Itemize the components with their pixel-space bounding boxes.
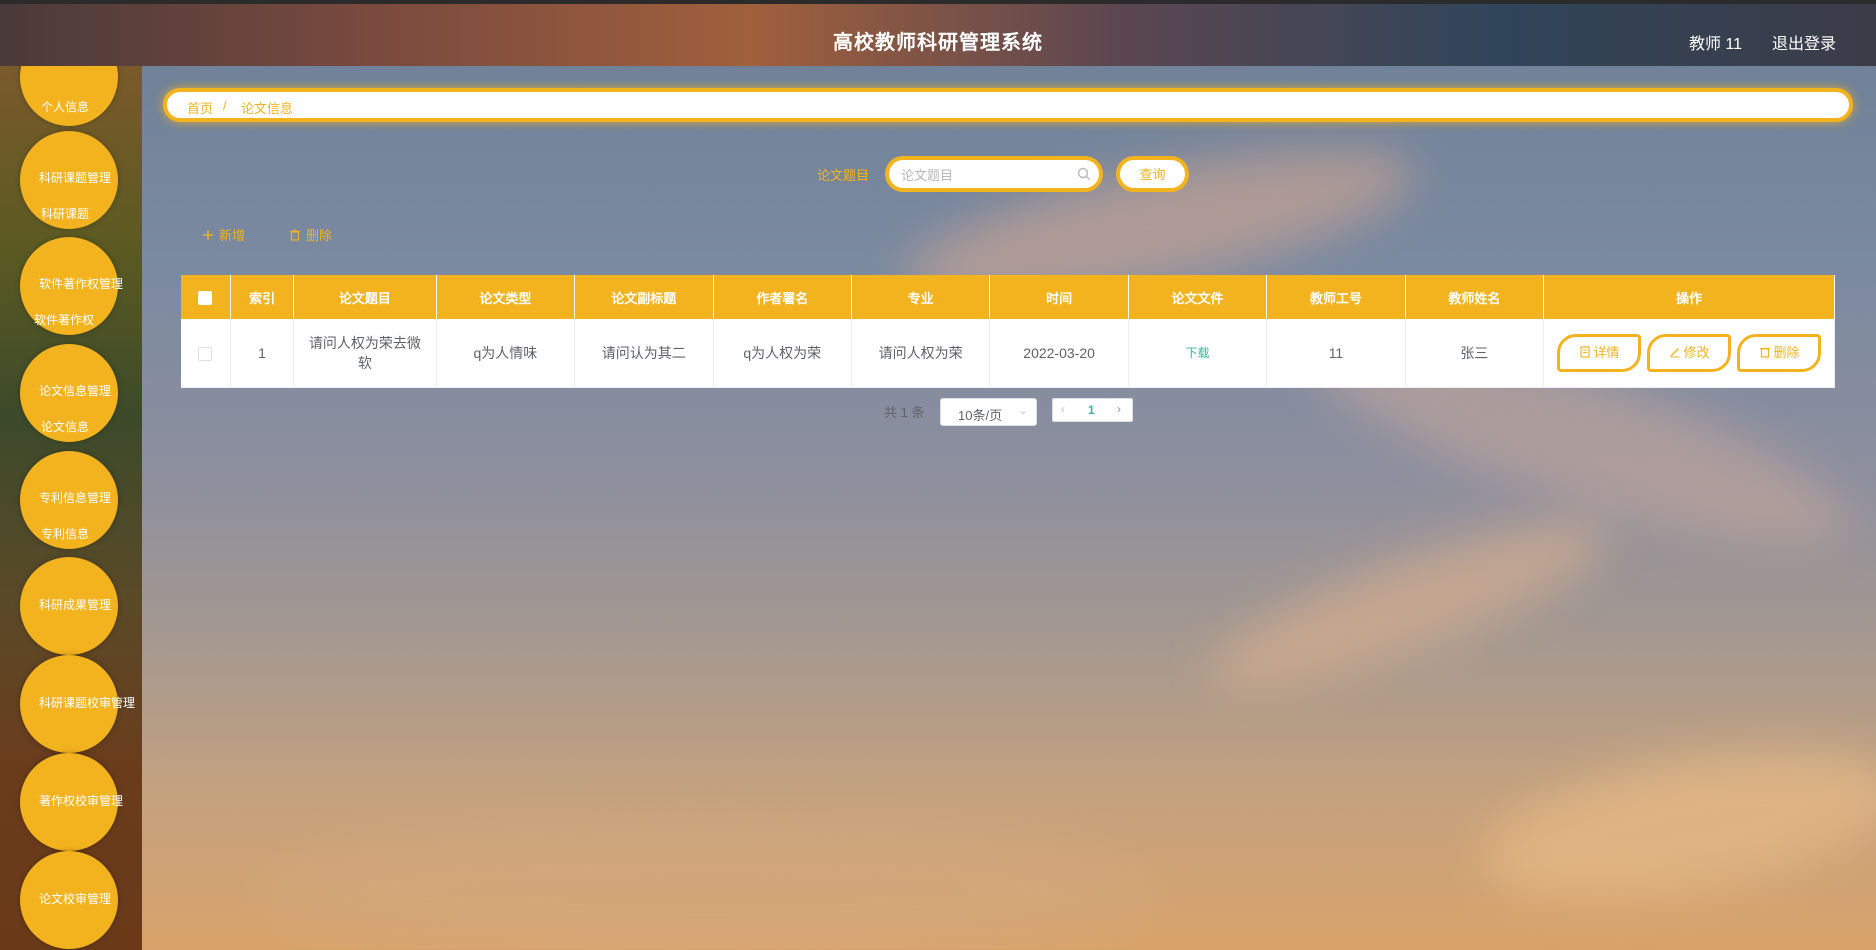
- add-button-label: 新增: [219, 228, 246, 243]
- cell-major: 请问人权为荣: [851, 319, 991, 388]
- sidebar-item-label[interactable]: 科研课题校审管理: [39, 694, 135, 711]
- sidebar-item-label[interactable]: 软件著作权管理: [39, 275, 123, 292]
- sidebar-item-label[interactable]: 论文信息管理: [39, 382, 111, 399]
- cell-title: 请问人权为荣去微软: [293, 319, 437, 388]
- chevron-down-icon: ⌄: [1018, 405, 1028, 417]
- search-icon: [1077, 167, 1091, 181]
- row-delete-button-label: 删除: [1773, 344, 1800, 360]
- sidebar-item-label[interactable]: 科研成果管理: [39, 596, 111, 613]
- trash-icon: [1759, 347, 1770, 358]
- cell-teacher-id: 11: [1266, 319, 1406, 388]
- paper-table: 索引 论文题目 论文类型 论文副标题 作者署名 专业 时间 论文文件 教师工号 …: [181, 275, 1835, 388]
- pager: ‹ 1 ›: [1052, 398, 1133, 422]
- page-size-value: 10条/页: [958, 408, 1003, 423]
- column-header: 操作: [1543, 275, 1835, 319]
- cell-subtitle: 请问认为其二: [574, 319, 714, 388]
- column-header: 论文副标题: [574, 275, 714, 319]
- sidebar: 个人信息 科研课题管理 科研课题 软件著作权管理 软件著作权 论文信息管理 论文…: [0, 66, 142, 950]
- column-header: 作者署名: [713, 275, 852, 319]
- column-header: 教师工号: [1266, 275, 1406, 319]
- background-cloud: [260, 820, 1160, 950]
- search-label: 论文题目: [817, 168, 870, 183]
- column-header: 论文题目: [293, 275, 437, 319]
- cell-time: 2022-03-20: [989, 319, 1129, 388]
- page-number[interactable]: 1: [1088, 403, 1095, 417]
- sidebar-subitem-patent-info[interactable]: 专利信息: [41, 525, 89, 542]
- column-header: 专业: [851, 275, 991, 319]
- search-field[interactable]: [885, 156, 1103, 192]
- table-header-row: 索引 论文题目 论文类型 论文副标题 作者署名 专业 时间 论文文件 教师工号 …: [181, 275, 1835, 319]
- delete-button-label: 删除: [306, 228, 333, 243]
- sidebar-item-personal-info[interactable]: [20, 66, 118, 126]
- sidebar-item-label[interactable]: 著作权校审管理: [39, 792, 123, 809]
- table-row: 1 请问人权为荣去微软 q为人情味 请问认为其二 q为人权为荣 请问人权为荣 2…: [181, 319, 1835, 388]
- cell-author: q为人权为荣: [713, 319, 852, 388]
- download-link[interactable]: 下载: [1186, 346, 1210, 360]
- top-header: 高校教师科研管理系统 教师 11 退出登录: [0, 0, 1876, 66]
- sidebar-subitem-research-topic[interactable]: 科研课题: [41, 205, 89, 222]
- sidebar-item-label[interactable]: 专利信息管理: [39, 489, 111, 506]
- trash-icon: [289, 229, 301, 241]
- cell-teacher-name: 张三: [1405, 319, 1545, 388]
- edit-button[interactable]: 修改: [1647, 333, 1732, 372]
- cell-actions: 详情 修改 删除: [1543, 319, 1835, 388]
- breadcrumb-separator: /: [223, 98, 227, 113]
- plus-icon: [202, 229, 214, 241]
- search-button[interactable]: 查询: [1116, 156, 1189, 192]
- select-all-checkbox[interactable]: [198, 290, 213, 305]
- detail-button-label: 详情: [1593, 344, 1620, 360]
- prev-page-icon[interactable]: ‹: [1061, 402, 1065, 416]
- pencil-icon: [1670, 347, 1680, 358]
- page-size-select[interactable]: 10条/页 ⌄: [940, 398, 1037, 426]
- row-select-cell[interactable]: [181, 319, 231, 388]
- detail-button[interactable]: 详情: [1557, 333, 1642, 372]
- row-delete-button[interactable]: 删除: [1737, 333, 1822, 372]
- cell-index: 1: [230, 319, 295, 388]
- breadcrumb-home[interactable]: 首页: [187, 98, 213, 117]
- select-all-cell[interactable]: [181, 275, 231, 319]
- column-header: 时间: [989, 275, 1129, 319]
- sidebar-item-label[interactable]: 论文校审管理: [39, 890, 111, 907]
- add-button[interactable]: 新增: [202, 225, 245, 244]
- edit-button-label: 修改: [1683, 344, 1710, 360]
- logout-button[interactable]: 退出登录: [1772, 30, 1836, 54]
- column-header: 教师姓名: [1405, 275, 1545, 319]
- batch-delete-button[interactable]: 删除: [289, 225, 332, 244]
- sidebar-item-label[interactable]: 个人信息: [41, 98, 89, 115]
- next-page-icon[interactable]: ›: [1117, 402, 1121, 416]
- cell-type: q为人情味: [436, 319, 576, 388]
- column-header: 论文文件: [1128, 275, 1268, 319]
- sidebar-subitem-paper-info[interactable]: 论文信息: [41, 418, 89, 435]
- current-user: 教师 11: [1688, 36, 1742, 53]
- background-cloud: [1471, 724, 1876, 926]
- breadcrumb: 首页 / 论文信息: [163, 88, 1853, 122]
- document-icon: [1579, 346, 1590, 358]
- background-cloud: [1197, 490, 1623, 720]
- cell-file: 下载: [1128, 319, 1268, 388]
- row-checkbox[interactable]: [198, 346, 213, 361]
- sidebar-item-label[interactable]: 科研课题管理: [39, 169, 111, 186]
- app-title: 高校教师科研管理系统: [833, 32, 1043, 54]
- pagination-total: 共 1 条: [884, 405, 925, 420]
- search-input[interactable]: [901, 165, 1071, 185]
- sidebar-subitem-software-copyright[interactable]: 软件著作权: [34, 311, 94, 328]
- column-header: 索引: [230, 275, 295, 319]
- column-header: 论文类型: [436, 275, 576, 319]
- breadcrumb-current: 论文信息: [241, 101, 294, 116]
